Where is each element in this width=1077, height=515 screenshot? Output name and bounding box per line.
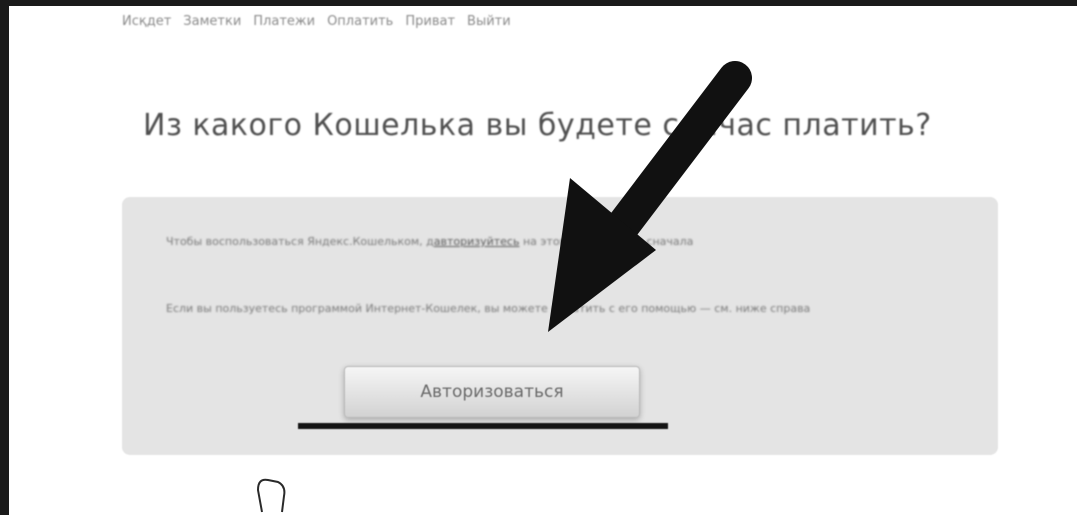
nav-item-pay[interactable]: Оплатить [327, 14, 393, 29]
nav-item-payments[interactable]: Платежи [253, 14, 315, 29]
panel-paragraph-authorize: Чтобы воспользоваться Яндекс.Кошельком, … [166, 233, 906, 250]
nav-item-logout[interactable]: Выйти [467, 14, 511, 29]
paragraph-text: Чтобы воспользоваться Яндекс.Кошельком, … [166, 235, 434, 248]
authorize-button[interactable]: Авторизоваться [344, 366, 640, 418]
panel-paragraph-program: Если вы пользуетесь программой Интернет-… [166, 302, 811, 315]
nav-item-private[interactable]: Приват [405, 14, 455, 29]
page-title: Из какого Кошелька вы будете сейчас плат… [143, 108, 932, 143]
nav-item-notes[interactable]: Заметки [183, 14, 241, 29]
window-frame-left [0, 0, 9, 515]
authorize-link[interactable]: авторизуйтесь [434, 235, 520, 248]
hand-cursor-icon [256, 478, 286, 513]
wallet-info-panel: Чтобы воспользоваться Яндекс.Кошельком, … [122, 197, 998, 455]
top-navigation: Исқдет Заметки Платежи Оплатить Приват В… [122, 14, 511, 29]
nav-item-home[interactable]: Исқдет [122, 14, 171, 29]
window-frame-top [0, 0, 1077, 6]
annotation-underline [298, 423, 668, 429]
paragraph-text: на этом компьютере сначала [519, 235, 694, 248]
